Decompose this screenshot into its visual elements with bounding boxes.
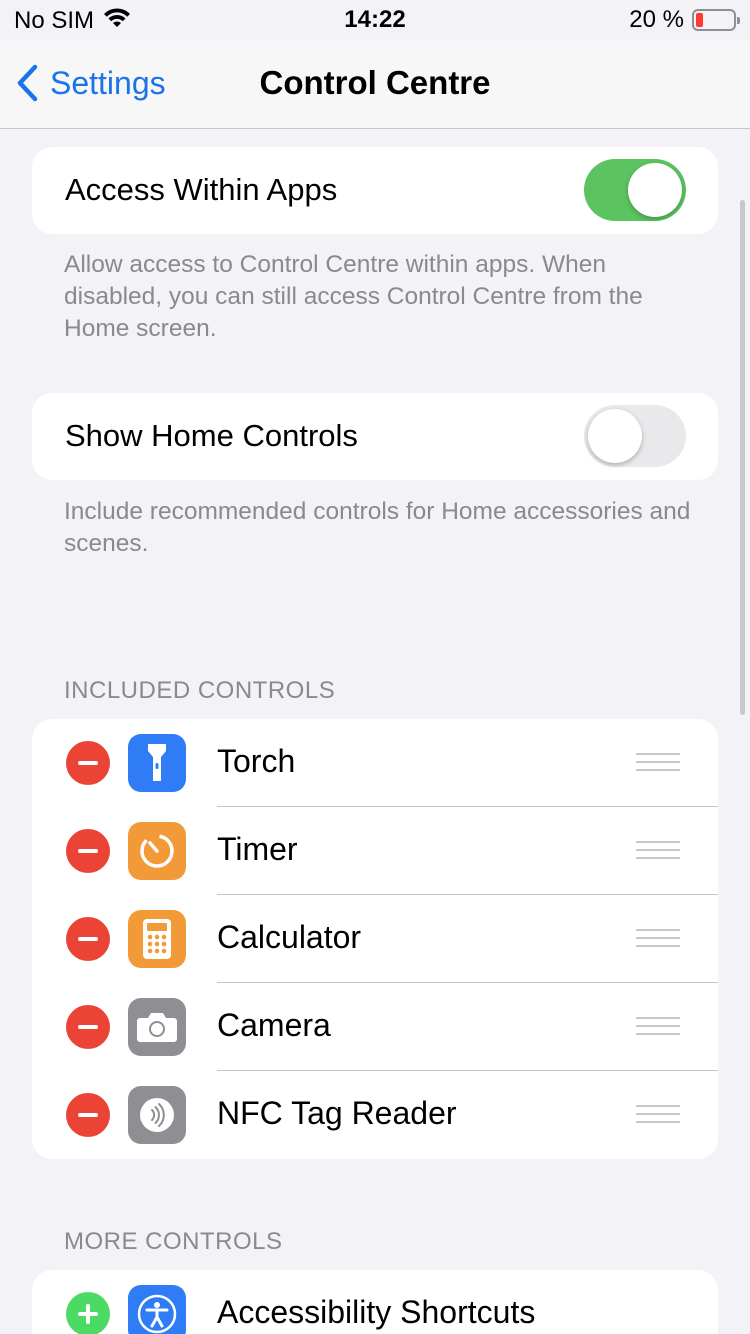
reorder-handle[interactable] (636, 841, 680, 863)
remove-calculator-button[interactable] (66, 917, 110, 961)
battery-icon (692, 9, 740, 31)
battery-fill (696, 13, 703, 27)
status-bar: No SIM 14:22 20 % (0, 0, 750, 40)
control-label: Torch (217, 743, 296, 779)
status-right: 20 % (629, 6, 740, 34)
control-label: Timer (217, 831, 298, 867)
access-within-apps-card: Access Within Apps (32, 147, 718, 234)
remove-nfc-tag-reader-button[interactable] (66, 1093, 110, 1137)
more-controls-list: Accessibility Shortcuts (32, 1270, 718, 1334)
reorder-handle[interactable] (636, 929, 680, 951)
torch-icon (128, 734, 186, 792)
control-label: Calculator (217, 919, 362, 955)
nfc-icon (128, 1086, 186, 1144)
show-home-controls-toggle[interactable] (584, 405, 686, 467)
included-controls-list: Torch Timer Calculator Camera NFC Tag Re… (32, 719, 718, 1159)
show-home-controls-footer: Include recommended controls for Home ac… (64, 498, 691, 557)
remove-timer-button[interactable] (66, 829, 110, 873)
included-controls-header: INCLUDED CONTROLS (64, 677, 336, 704)
remove-camera-button[interactable] (66, 1005, 110, 1049)
control-label: Accessibility Shortcuts (217, 1294, 536, 1330)
control-label: NFC Tag Reader (217, 1095, 457, 1131)
list-item-calculator: Calculator (32, 895, 718, 983)
navigation-bar: Settings Control Centre (0, 40, 750, 129)
toggle-knob (588, 409, 642, 463)
show-home-controls-label: Show Home Controls (65, 418, 358, 453)
list-item-timer: Timer (32, 807, 718, 895)
access-within-apps-footer: Allow access to Control Centre within ap… (64, 251, 643, 342)
list-item-camera: Camera (32, 983, 718, 1071)
reorder-handle[interactable] (636, 1105, 680, 1127)
list-item-nfc-tag-reader: NFC Tag Reader (32, 1071, 718, 1159)
control-label: Camera (217, 1007, 331, 1043)
battery-percent: 20 % (629, 6, 684, 33)
show-home-controls-card: Show Home Controls (32, 393, 718, 480)
reorder-handle[interactable] (636, 1017, 680, 1039)
list-item-accessibility-shortcuts: Accessibility Shortcuts (32, 1270, 718, 1334)
scroll-indicator[interactable] (740, 200, 745, 715)
toggle-knob (628, 163, 682, 217)
calculator-icon (128, 910, 186, 968)
reorder-handle[interactable] (636, 753, 680, 775)
timer-icon (128, 822, 186, 880)
more-controls-header: MORE CONTROLS (64, 1228, 283, 1255)
page-title: Control Centre (259, 64, 491, 101)
list-item-torch: Torch (32, 719, 718, 807)
camera-icon (128, 998, 186, 1056)
add-accessibility-shortcuts-button[interactable] (66, 1292, 110, 1334)
accessibility-icon (128, 1285, 186, 1334)
remove-torch-button[interactable] (66, 741, 110, 785)
access-within-apps-label: Access Within Apps (65, 172, 338, 207)
access-within-apps-toggle[interactable] (584, 159, 686, 221)
